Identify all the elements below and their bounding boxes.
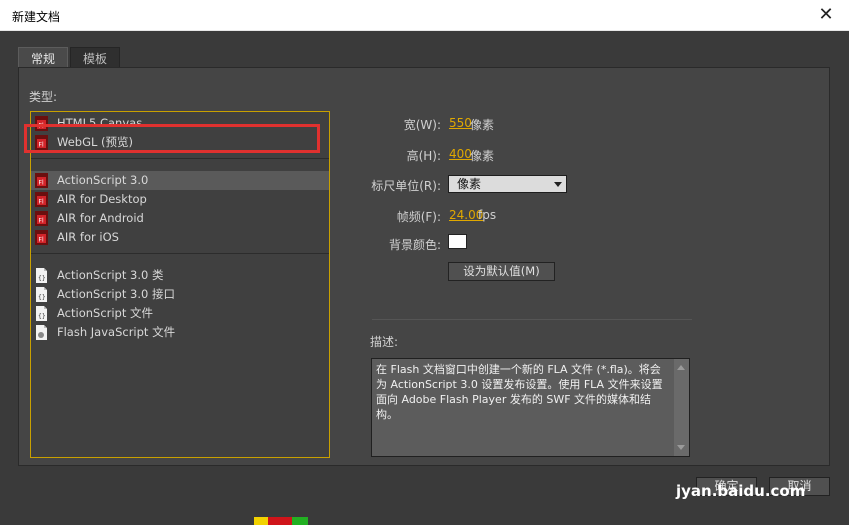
- type-item-label: AIR for iOS: [57, 230, 119, 244]
- type-item-as-file[interactable]: {} ActionScript 文件: [31, 304, 329, 323]
- svg-text:{}: {}: [38, 313, 46, 320]
- type-item-webgl[interactable]: Fl WebGL (预览): [31, 133, 329, 152]
- script-file-icon: {}: [36, 268, 47, 283]
- fla-file-icon: Fl: [35, 211, 48, 226]
- fla-file-icon: Fl: [35, 192, 48, 207]
- background-color-label: 背景颜色:: [388, 238, 441, 252]
- type-item-air-ios[interactable]: Fl AIR for iOS: [31, 228, 329, 247]
- close-icon[interactable]: ✕: [815, 4, 837, 26]
- scroll-up-icon[interactable]: [677, 365, 685, 370]
- ok-button[interactable]: 确定: [696, 477, 757, 496]
- window-title: 新建文档: [12, 10, 61, 24]
- fla-file-icon: Fl: [35, 230, 48, 245]
- description-label: 描述:: [370, 335, 399, 349]
- tab-templates[interactable]: 模板: [70, 47, 120, 68]
- scroll-down-icon[interactable]: [677, 445, 685, 450]
- svg-text:{}: {}: [38, 294, 46, 301]
- type-item-flash-js[interactable]: Flash JavaScript 文件: [31, 323, 329, 342]
- taskbar-color-strip: [254, 517, 268, 525]
- fla-file-icon: Fl: [35, 135, 48, 150]
- tab-general[interactable]: 常规: [18, 47, 68, 68]
- fla-file-icon: Fl: [35, 116, 48, 131]
- section-divider: [372, 319, 692, 320]
- type-item-air-desktop[interactable]: Fl AIR for Desktop: [31, 190, 329, 209]
- title-bar: 新建文档 ✕: [0, 0, 849, 31]
- svg-text:Fl: Fl: [39, 218, 44, 225]
- svg-text:Fl: Fl: [39, 123, 44, 130]
- jsfl-file-icon: [36, 325, 47, 340]
- height-value[interactable]: 400: [449, 147, 472, 161]
- svg-text:Fl: Fl: [39, 237, 44, 244]
- taskbar-color-strip: [268, 517, 292, 525]
- type-item-label: Flash JavaScript 文件: [57, 325, 176, 339]
- svg-text:Fl: Fl: [39, 142, 44, 149]
- svg-text:{}: {}: [38, 275, 46, 282]
- document-type-list: Fl HTML5 Canvas Fl WebGL (预览) Fl ActionS…: [30, 111, 330, 458]
- width-value[interactable]: 550: [449, 116, 472, 130]
- cancel-button[interactable]: 取消: [769, 477, 830, 496]
- type-item-label: WebGL (预览): [57, 135, 134, 149]
- frame-rate-label: 帧频(F):: [396, 210, 441, 224]
- script-file-icon: {}: [36, 306, 47, 321]
- list-divider: [31, 158, 329, 159]
- ruler-units-select[interactable]: 像素: [448, 175, 567, 193]
- type-item-actionscript3[interactable]: Fl ActionScript 3.0: [31, 171, 329, 190]
- width-label: 宽(W):: [403, 118, 441, 132]
- height-unit: 像素: [470, 149, 495, 163]
- type-item-label: ActionScript 3.0 类: [57, 268, 164, 282]
- type-item-html5-canvas[interactable]: Fl HTML5 Canvas: [31, 114, 329, 133]
- type-item-label: ActionScript 3.0: [57, 173, 149, 187]
- chevron-down-icon: [554, 182, 562, 187]
- list-divider: [31, 253, 329, 254]
- svg-text:Fl: Fl: [39, 199, 44, 206]
- svg-text:Fl: Fl: [39, 180, 44, 187]
- type-item-label: ActionScript 3.0 接口: [57, 287, 175, 301]
- description-scrollbar[interactable]: [674, 359, 689, 456]
- width-unit: 像素: [470, 118, 495, 132]
- ruler-units-value: 像素: [457, 177, 482, 191]
- ruler-units-label: 标尺单位(R):: [371, 179, 441, 193]
- script-file-icon: {}: [36, 287, 47, 302]
- fla-file-icon: Fl: [35, 173, 48, 188]
- description-text: 在 Flash 文档窗口中创建一个新的 FLA 文件 (*.fla)。将会为 A…: [371, 358, 690, 457]
- type-item-label: AIR for Android: [57, 211, 144, 225]
- type-item-air-android[interactable]: Fl AIR for Android: [31, 209, 329, 228]
- type-item-label: AIR for Desktop: [57, 192, 147, 206]
- taskbar-color-strip: [292, 517, 308, 525]
- background-color-swatch[interactable]: [448, 234, 467, 249]
- height-label: 高(H):: [406, 149, 441, 163]
- frame-rate-unit: fps: [478, 208, 497, 222]
- type-item-label: ActionScript 文件: [57, 306, 154, 320]
- type-label: 类型:: [29, 90, 58, 104]
- type-item-as3-class[interactable]: {} ActionScript 3.0 类: [31, 266, 329, 285]
- type-item-as3-interface[interactable]: {} ActionScript 3.0 接口: [31, 285, 329, 304]
- new-document-dialog: 常规 模板 类型: Fl HTML5 Canvas Fl WebGL (预览) …: [0, 31, 849, 525]
- type-item-label: HTML5 Canvas: [57, 116, 143, 130]
- general-panel: 类型: Fl HTML5 Canvas Fl WebGL (预览) Fl Act…: [18, 67, 830, 466]
- set-default-button[interactable]: 设为默认值(M): [448, 262, 555, 281]
